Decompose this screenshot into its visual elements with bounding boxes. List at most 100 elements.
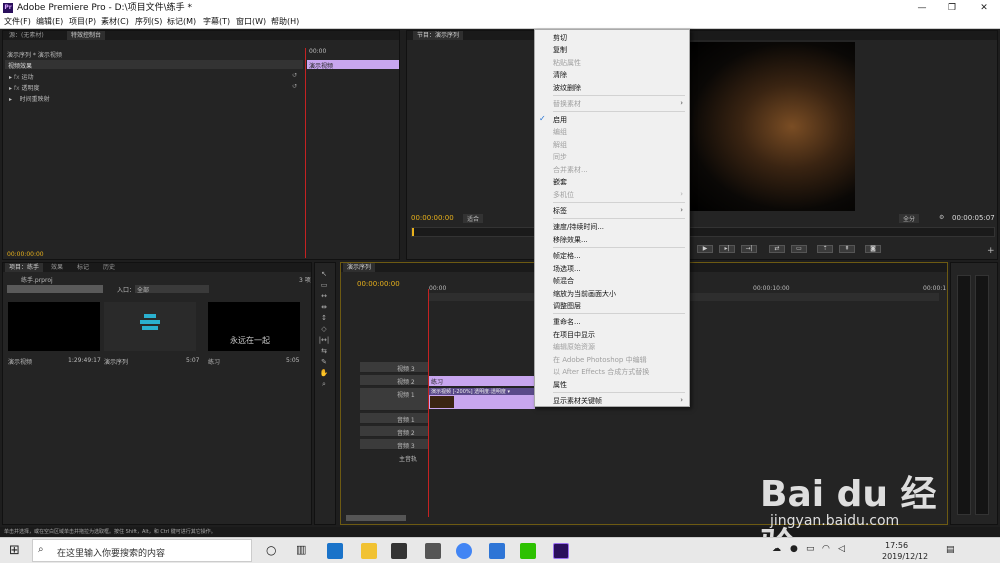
- track-video-3[interactable]: 视频 3: [360, 362, 428, 373]
- extract-button[interactable]: ⇞: [839, 245, 855, 253]
- menu-item-scale-to-frame[interactable]: 缩放为当前画面大小: [553, 289, 616, 299]
- razor-tool-icon[interactable]: ◇: [318, 325, 330, 334]
- taskbar-search-box[interactable]: ⌕ 在这里输入你要搜索的内容: [32, 539, 252, 562]
- menu-window[interactable]: 窗口(W): [236, 16, 266, 28]
- menu-item-ungroup[interactable]: 解组: [553, 140, 567, 150]
- effect-time-remap[interactable]: ▸ 时间重映射: [9, 94, 50, 103]
- volume-icon[interactable]: ◁: [838, 544, 845, 554]
- effect-opacity[interactable]: ▸ fx 透明度: [9, 83, 40, 92]
- clip-demo-video[interactable]: 演示视频 [-200%] 透明度:透明度 ▾: [429, 388, 535, 409]
- pen-tool-icon[interactable]: ✎: [318, 358, 330, 367]
- menu-edit[interactable]: 编辑(E): [36, 16, 63, 28]
- tab-markers[interactable]: 标记: [73, 263, 93, 272]
- menu-item-adjustment-layer[interactable]: 调整图层: [553, 301, 581, 311]
- track-select-tool-icon[interactable]: ▭: [318, 281, 330, 290]
- menu-item-rename[interactable]: 重命名...: [553, 317, 581, 327]
- writer-icon[interactable]: [489, 543, 505, 559]
- menu-item-nest[interactable]: 嵌套: [553, 177, 567, 187]
- play-button[interactable]: ▶: [697, 245, 713, 253]
- track-video-2[interactable]: 视频 2: [360, 375, 428, 386]
- menu-file[interactable]: 文件(F): [4, 16, 31, 28]
- clock-date[interactable]: 2019/12/12: [882, 552, 928, 561]
- tab-history[interactable]: 历史: [99, 263, 119, 272]
- cortana-icon[interactable]: ○: [266, 543, 276, 557]
- menu-project[interactable]: 项目(P): [69, 16, 96, 28]
- track-video-1[interactable]: 视频 1: [360, 388, 428, 411]
- microphone-icon[interactable]: ●: [790, 544, 798, 554]
- menu-item-cut[interactable]: 剪切: [553, 33, 567, 43]
- program-playhead[interactable]: [412, 228, 414, 236]
- clip-practice[interactable]: 练习: [429, 376, 535, 386]
- track-audio-2[interactable]: 音频 2: [360, 426, 428, 437]
- effect-clip-bar[interactable]: 演示视频: [307, 60, 399, 70]
- menu-item-merge-clips[interactable]: 合并素材...: [553, 165, 588, 175]
- clock-time[interactable]: 17:56: [885, 541, 908, 550]
- slide-tool-icon[interactable]: ⇆: [318, 347, 330, 356]
- chrome-icon[interactable]: [456, 543, 472, 559]
- menu-marker[interactable]: 标记(M): [167, 16, 196, 28]
- premiere-taskbar-icon[interactable]: [553, 543, 569, 559]
- tab-project[interactable]: 项目：练手: [5, 263, 44, 272]
- menu-item-paste-attributes[interactable]: 粘贴属性: [553, 58, 581, 68]
- thumb-demo-sequence[interactable]: [104, 302, 196, 351]
- menu-sequence[interactable]: 序列(S): [135, 16, 162, 28]
- menu-item-multicam[interactable]: 多机位: [553, 190, 574, 200]
- rate-stretch-tool-icon[interactable]: ↕: [318, 314, 330, 323]
- menu-item-reveal-in-project[interactable]: 在项目中显示: [553, 330, 595, 340]
- effect-playhead[interactable]: [305, 48, 306, 258]
- wechat-icon[interactable]: [520, 543, 536, 559]
- hand-tool-icon[interactable]: ✋: [318, 369, 330, 378]
- menu-item-speed-duration[interactable]: 速度/持续时间...: [553, 222, 604, 232]
- mail-icon[interactable]: [425, 543, 441, 559]
- menu-item-frame-blend[interactable]: 帧混合: [553, 276, 574, 286]
- menu-item-edit-in-photoshop[interactable]: 在 Adobe Photoshop 中编辑: [553, 355, 647, 365]
- ripple-edit-tool-icon[interactable]: ↔: [318, 292, 330, 301]
- program-scrubber[interactable]: [411, 227, 995, 237]
- menu-item-ripple-delete[interactable]: 波纹删除: [553, 83, 581, 93]
- menu-title[interactable]: 字幕(T): [203, 16, 230, 28]
- battery-icon[interactable]: ▭: [806, 544, 815, 554]
- menu-item-replace-with-ae[interactable]: 以 After Effects 合成方式替换: [553, 367, 649, 377]
- export-frame-button[interactable]: ◙: [865, 245, 881, 253]
- close-button[interactable]: ✕: [970, 0, 998, 16]
- fit-dropdown[interactable]: 适合: [463, 214, 484, 223]
- menu-item-properties[interactable]: 属性: [553, 380, 567, 390]
- tab-effect-controls[interactable]: 特效控制台: [67, 31, 106, 40]
- rolling-edit-tool-icon[interactable]: ⇹: [318, 303, 330, 312]
- effect-timecode[interactable]: 00:00:00:00: [7, 251, 44, 258]
- menu-item-label[interactable]: 标签: [553, 206, 567, 216]
- menu-help[interactable]: 帮助(H): [271, 16, 299, 28]
- start-windows-icon[interactable]: ⊞: [9, 543, 20, 558]
- effect-motion[interactable]: ▸ fx 运动: [9, 72, 34, 81]
- zoom-dropdown[interactable]: 全分: [899, 214, 920, 223]
- thumb-practice[interactable]: 永远在一起: [208, 302, 300, 351]
- goto-out-button[interactable]: →|: [741, 245, 757, 253]
- tab-program[interactable]: 节目：演示序列: [413, 31, 464, 40]
- safe-margins-button[interactable]: ▭: [791, 245, 807, 253]
- menu-item-show-clip-keyframes[interactable]: 显示素材关键帧: [553, 396, 602, 406]
- menu-item-clear[interactable]: 清除: [553, 70, 567, 80]
- tab-effects[interactable]: 效果: [47, 263, 67, 272]
- slip-tool-icon[interactable]: |↔|: [318, 336, 330, 345]
- minimize-button[interactable]: —: [908, 0, 936, 16]
- zoom-tool-icon[interactable]: ⌕: [318, 380, 330, 389]
- network-icon[interactable]: ☁: [772, 544, 781, 554]
- program-current-time[interactable]: 00:00:00:00: [411, 214, 454, 222]
- track-audio-1[interactable]: 音频 1: [360, 413, 428, 424]
- wifi-icon[interactable]: ◠: [822, 544, 830, 554]
- reset-icon[interactable]: ↺: [292, 72, 297, 79]
- project-search-input[interactable]: [7, 285, 103, 293]
- menu-item-enable[interactable]: 启用: [553, 115, 567, 125]
- menu-item-edit-original[interactable]: 编辑原始资源: [553, 342, 595, 352]
- selection-tool-icon[interactable]: ↖: [318, 270, 330, 279]
- menu-item-group[interactable]: 编组: [553, 127, 567, 137]
- reset-icon[interactable]: ↺: [292, 83, 297, 90]
- wrench-icon[interactable]: ⚙: [939, 214, 944, 221]
- menu-clip[interactable]: 素材(C): [101, 16, 129, 28]
- menu-item-frame-hold[interactable]: 帧定格...: [553, 251, 581, 261]
- notification-icon[interactable]: ▤: [946, 545, 955, 555]
- store-icon[interactable]: [391, 543, 407, 559]
- tab-source[interactable]: 源：(无素材): [5, 31, 48, 40]
- menu-item-field-options[interactable]: 场选项...: [553, 264, 581, 274]
- step-forward-button[interactable]: ▸|: [719, 245, 735, 253]
